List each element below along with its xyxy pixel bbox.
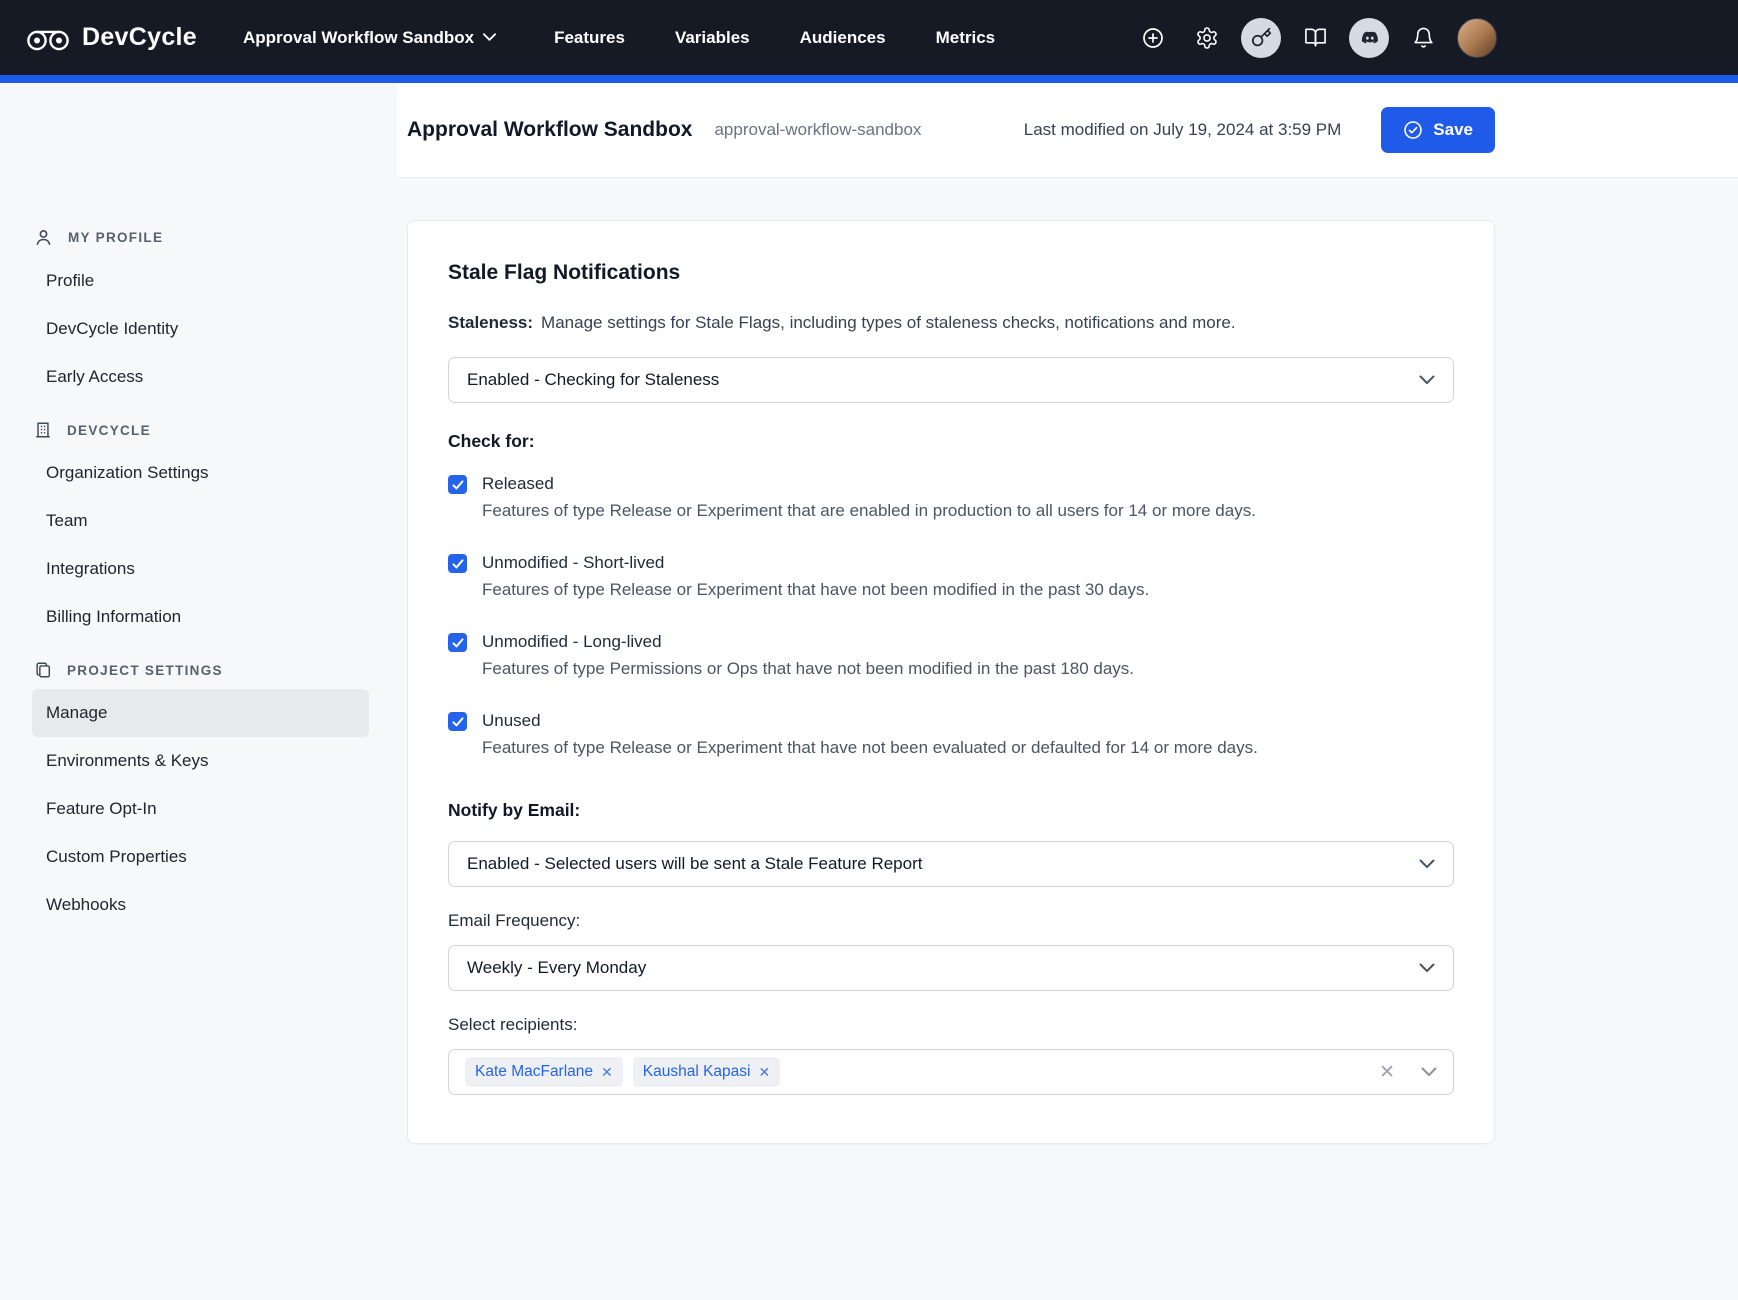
check-row-unmodified-short: Unmodified - Short-lived Features of typ…: [448, 551, 1454, 602]
recipient-chip[interactable]: Kate MacFarlane ✕: [465, 1057, 623, 1087]
navbar-actions: [1133, 18, 1497, 58]
user-icon: [34, 228, 53, 247]
building-icon: [34, 421, 52, 439]
sidebar-item-custom-properties[interactable]: Custom Properties: [32, 833, 369, 881]
email-frequency-value: Weekly - Every Monday: [467, 958, 646, 978]
staleness-select[interactable]: Enabled - Checking for Staleness: [448, 357, 1454, 403]
check-for-heading: Check for:: [448, 431, 1454, 452]
unused-checkbox[interactable]: [448, 712, 467, 731]
email-frequency-select[interactable]: Weekly - Every Monday: [448, 945, 1454, 991]
sidebar-section-header: PROJECT SETTINGS: [32, 655, 369, 689]
save-button[interactable]: Save: [1381, 107, 1495, 153]
last-modified-text: Last modified on July 19, 2024 at 3:59 P…: [1024, 120, 1342, 140]
sidebar-section-label: DEVCYCLE: [67, 423, 151, 438]
recipient-name: Kate MacFarlane: [475, 1063, 593, 1081]
sidebar-item-team[interactable]: Team: [32, 497, 369, 545]
chevron-down-icon: [1419, 963, 1435, 973]
sidebar-section-label: MY PROFILE: [68, 230, 163, 245]
unmodified-short-checkbox[interactable]: [448, 554, 467, 573]
devcycle-logo[interactable]: DevCycle: [26, 23, 197, 52]
key-icon[interactable]: [1241, 18, 1281, 58]
sidebar-section-label: PROJECT SETTINGS: [67, 663, 223, 678]
user-avatar[interactable]: [1457, 18, 1497, 58]
released-checkbox[interactable]: [448, 475, 467, 494]
staleness-label: Staleness:: [448, 313, 533, 332]
sidebar-item-webhooks[interactable]: Webhooks: [32, 881, 369, 929]
project-switcher[interactable]: Approval Workflow Sandbox: [243, 28, 496, 48]
check-description: Features of type Release or Experiment t…: [482, 577, 1149, 602]
remove-recipient-icon[interactable]: ✕: [758, 1065, 770, 1079]
devcycle-goggles-icon: [26, 24, 70, 52]
check-row-released: Released Features of type Release or Exp…: [448, 472, 1454, 523]
project-slug: approval-workflow-sandbox: [714, 120, 921, 140]
sidebar-item-profile[interactable]: Profile: [32, 257, 369, 305]
recipient-chip[interactable]: Kaushal Kapasi ✕: [633, 1057, 780, 1087]
chevron-down-icon: [1419, 859, 1435, 869]
sidebar-item-manage[interactable]: Manage: [32, 689, 369, 737]
sidebar-item-integrations[interactable]: Integrations: [32, 545, 369, 593]
chevron-down-icon: [1419, 375, 1435, 385]
primary-nav: Features Variables Audiences Metrics: [554, 28, 995, 48]
content-area: Stale Flag Notifications Staleness: Manag…: [397, 178, 1738, 1300]
check-circle-icon: [1403, 120, 1423, 140]
card-title: Stale Flag Notifications: [448, 261, 1454, 285]
chevron-down-icon[interactable]: [1421, 1067, 1437, 1077]
check-label: Unused: [482, 709, 1258, 733]
page-header: Approval Workflow Sandbox approval-workf…: [397, 83, 1738, 178]
notifications-bell-icon[interactable]: [1403, 18, 1443, 58]
nav-link-variables[interactable]: Variables: [675, 28, 750, 48]
check-description: Features of type Release or Experiment t…: [482, 498, 1256, 523]
sidebar-section-project-settings: PROJECT SETTINGS Manage Environments & K…: [32, 655, 369, 929]
check-label: Unmodified - Long-lived: [482, 630, 1134, 654]
recipients-multiselect[interactable]: Kate MacFarlane ✕ Kaushal Kapasi ✕ ✕: [448, 1049, 1454, 1095]
check-description: Features of type Permissions or Ops that…: [482, 656, 1134, 681]
remove-recipient-icon[interactable]: ✕: [601, 1065, 613, 1079]
sidebar-item-billing-information[interactable]: Billing Information: [32, 593, 369, 641]
notify-by-email-heading: Notify by Email:: [448, 800, 1454, 821]
top-navbar: DevCycle Approval Workflow Sandbox Featu…: [0, 0, 1738, 75]
sidebar-item-environments-keys[interactable]: Environments & Keys: [32, 737, 369, 785]
sidebar-item-early-access[interactable]: Early Access: [32, 353, 369, 401]
check-row-unmodified-long: Unmodified - Long-lived Features of type…: [448, 630, 1454, 681]
chevron-down-icon: [483, 33, 496, 42]
notify-select[interactable]: Enabled - Selected users will be sent a …: [448, 841, 1454, 887]
check-label: Unmodified - Short-lived: [482, 551, 1149, 575]
recipient-name: Kaushal Kapasi: [643, 1063, 751, 1081]
sidebar-section-header: MY PROFILE: [32, 222, 369, 257]
sidebar-section-devcycle: DEVCYCLE Organization Settings Team Inte…: [32, 415, 369, 641]
select-recipients-label: Select recipients:: [448, 1015, 1454, 1035]
settings-sidebar: MY PROFILE Profile DevCycle Identity Ear…: [0, 83, 397, 1300]
notify-select-value: Enabled - Selected users will be sent a …: [467, 854, 922, 874]
check-row-unused: Unused Features of type Release or Exper…: [448, 709, 1454, 760]
nav-link-metrics[interactable]: Metrics: [936, 28, 996, 48]
add-icon[interactable]: [1133, 18, 1173, 58]
save-button-label: Save: [1433, 120, 1473, 140]
email-frequency-label: Email Frequency:: [448, 911, 1454, 931]
check-label: Released: [482, 472, 1256, 496]
accent-bar: [0, 75, 1738, 83]
stale-flag-notifications-card: Stale Flag Notifications Staleness: Manag…: [407, 220, 1495, 1144]
sidebar-item-devcycle-identity[interactable]: DevCycle Identity: [32, 305, 369, 353]
page-title: Approval Workflow Sandbox: [407, 118, 692, 142]
docs-book-icon[interactable]: [1295, 18, 1335, 58]
brand-name: DevCycle: [82, 23, 197, 52]
check-description: Features of type Release or Experiment t…: [482, 735, 1258, 760]
staleness-description: Staleness: Manage settings for Stale Flag…: [448, 313, 1454, 333]
pages-icon: [34, 661, 52, 679]
discord-icon[interactable]: [1349, 18, 1389, 58]
nav-link-features[interactable]: Features: [554, 28, 625, 48]
sidebar-item-feature-opt-in[interactable]: Feature Opt-In: [32, 785, 369, 833]
clear-all-icon[interactable]: ✕: [1379, 1063, 1395, 1082]
settings-gear-icon[interactable]: [1187, 18, 1227, 58]
sidebar-section-my-profile: MY PROFILE Profile DevCycle Identity Ear…: [32, 222, 369, 401]
sidebar-item-organization-settings[interactable]: Organization Settings: [32, 449, 369, 497]
staleness-text: Manage settings for Stale Flags, includi…: [541, 313, 1236, 332]
project-switcher-label: Approval Workflow Sandbox: [243, 28, 474, 48]
nav-link-audiences[interactable]: Audiences: [800, 28, 886, 48]
sidebar-section-header: DEVCYCLE: [32, 415, 369, 449]
staleness-select-value: Enabled - Checking for Staleness: [467, 370, 719, 390]
unmodified-long-checkbox[interactable]: [448, 633, 467, 652]
